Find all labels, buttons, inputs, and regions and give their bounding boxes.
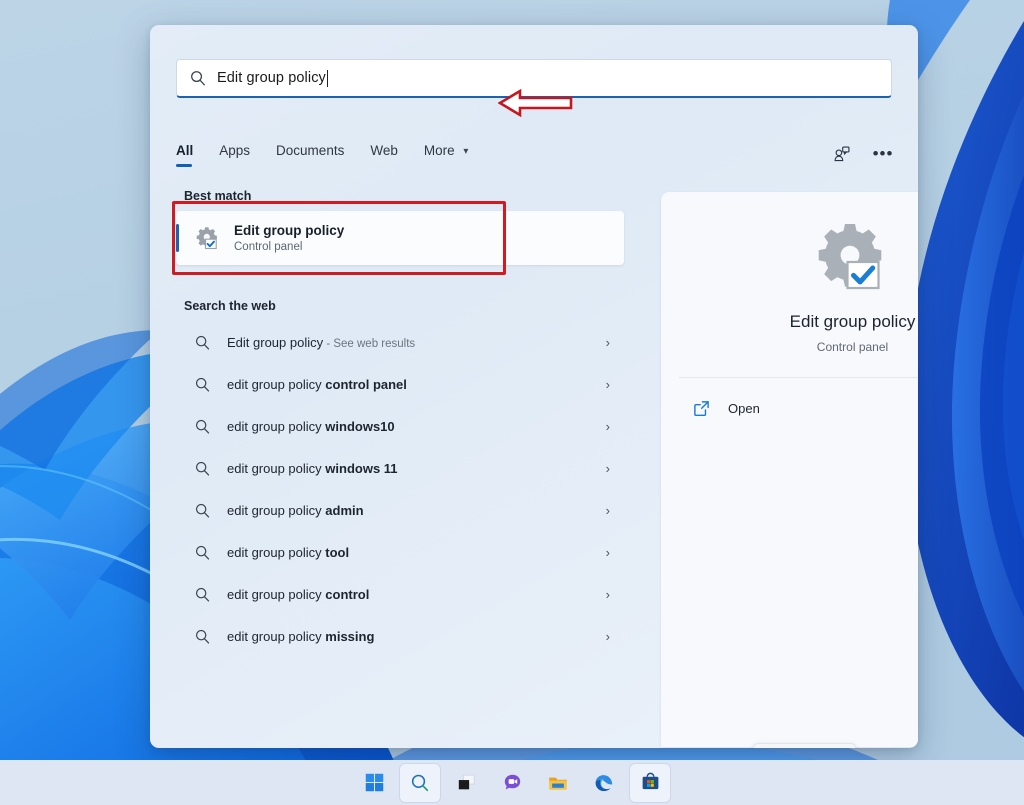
chat-button[interactable] [492,764,532,802]
search-icon [195,629,210,644]
search-icon [411,774,429,791]
chevron-right-icon: › [605,628,610,644]
task-view-button[interactable] [446,764,486,802]
search-icon [195,377,210,392]
store-icon [642,772,658,790]
chevron-right-icon: › [605,376,610,392]
tab-web[interactable]: Web [370,143,398,167]
open-action-row[interactable]: Open [679,390,918,426]
web-suggestions-list: Edit group policy - See web results › edit… [150,321,650,657]
web-suggestion-item[interactable]: edit group policy admin › [176,489,624,531]
web-suggestion-label: edit group policy control panel [227,376,407,392]
gear-check-icon [196,227,217,250]
best-match-text: Edit group policy Control panel [234,222,344,255]
edge-icon [595,774,613,791]
search-the-web-heading: Search the web [184,299,276,313]
feedback-button[interactable] [828,141,854,167]
chevron-right-icon: › [605,334,610,350]
search-icon [195,419,210,434]
search-icon [195,545,210,560]
search-flyout-panel: Edit group policy All Apps Documents Web… [150,25,918,748]
search-filter-tabs: All Apps Documents Web More ▾ [176,143,494,175]
task-view-icon [458,774,475,790]
chevron-right-icon: › [605,586,610,602]
tooltip-microsoft-store: Microsoft Store [753,743,857,748]
file-explorer-button[interactable] [538,764,578,802]
microsoft-store-button[interactable] [630,763,670,802]
tab-apps-label: Apps [219,143,251,158]
selection-accent-bar [176,224,179,252]
search-taskbar-button[interactable] [400,763,440,802]
taskbar [0,760,1024,805]
text-caret [326,69,328,87]
tab-more-label: More [423,143,455,158]
search-row: Edit group policy [176,59,892,98]
preview-title: Edit group policy [789,312,916,331]
tab-documents[interactable]: Documents [276,143,344,167]
folder-icon [549,777,567,790]
search-icon [195,335,210,350]
chevron-right-icon: › [605,418,610,434]
search-icon [195,587,210,602]
best-match-title: Edit group policy [234,222,345,238]
web-suggestion-item[interactable]: edit group policy tool › [176,531,624,573]
best-match-subtitle: Control panel [234,240,303,253]
preview-divider [679,377,918,378]
tab-more[interactable]: More ▾ [424,143,469,167]
web-suggestion-item[interactable]: edit group policy control › [176,573,624,615]
open-external-icon [694,400,709,416]
chevron-right-icon: › [605,502,610,518]
web-suggestion-label: edit group policy windows 11 [227,460,398,476]
windows-logo-icon [365,773,383,792]
start-button[interactable] [354,764,394,802]
results-column: Best match Edit group policy Control pan… [150,189,650,657]
web-suggestion-label: edit group policy admin [227,502,364,518]
feedback-icon [834,146,849,161]
tab-apps[interactable]: Apps [219,143,250,167]
tab-all[interactable]: All [176,143,193,167]
search-icon [195,461,210,476]
chevron-right-icon: › [605,460,610,476]
web-suggestion-label: edit group policy tool [227,544,350,560]
more-options-icon: ••• [872,144,894,163]
chevron-down-icon: ▾ [463,145,469,157]
tab-documents-label: Documents [276,143,345,158]
web-suggestion-label: Edit group policy - See web results [227,334,416,350]
search-icon [191,71,205,86]
best-match-wrapper: Edit group policy Control panel [172,201,624,275]
web-suggestion-item[interactable]: edit group policy control panel › [176,363,624,405]
best-match-result[interactable]: Edit group policy Control panel [176,211,624,265]
tab-all-label: All [176,143,194,158]
chat-icon [504,774,520,790]
preview-card: Edit group policy Control panel Open [661,192,918,747]
web-suggestion-label: edit group policy windows10 [227,418,395,434]
panel-top-actions: ••• [828,141,896,167]
best-match-heading: Best match [184,189,252,203]
more-options-button[interactable]: ••• [870,141,896,167]
gear-check-icon [818,224,881,290]
open-action-label: Open [728,400,760,416]
search-input-value: Edit group policy [217,70,326,86]
tab-web-label: Web [370,143,398,158]
web-suggestion-item[interactable]: edit group policy missing › [176,615,624,657]
web-suggestion-label: edit group policy control [227,586,370,602]
chevron-right-icon: › [605,544,610,560]
search-input[interactable]: Edit group policy [176,59,892,98]
preview-subtitle: Control panel [816,340,889,354]
web-suggestion-item[interactable]: edit group policy windows10 › [176,405,624,447]
web-suggestion-item[interactable]: edit group policy windows 11 › [176,447,624,489]
web-suggestion-item[interactable]: Edit group policy - See web results › [176,321,624,363]
search-icon [195,503,210,518]
edge-button[interactable] [584,764,624,802]
web-suggestion-label: edit group policy missing [227,628,375,644]
